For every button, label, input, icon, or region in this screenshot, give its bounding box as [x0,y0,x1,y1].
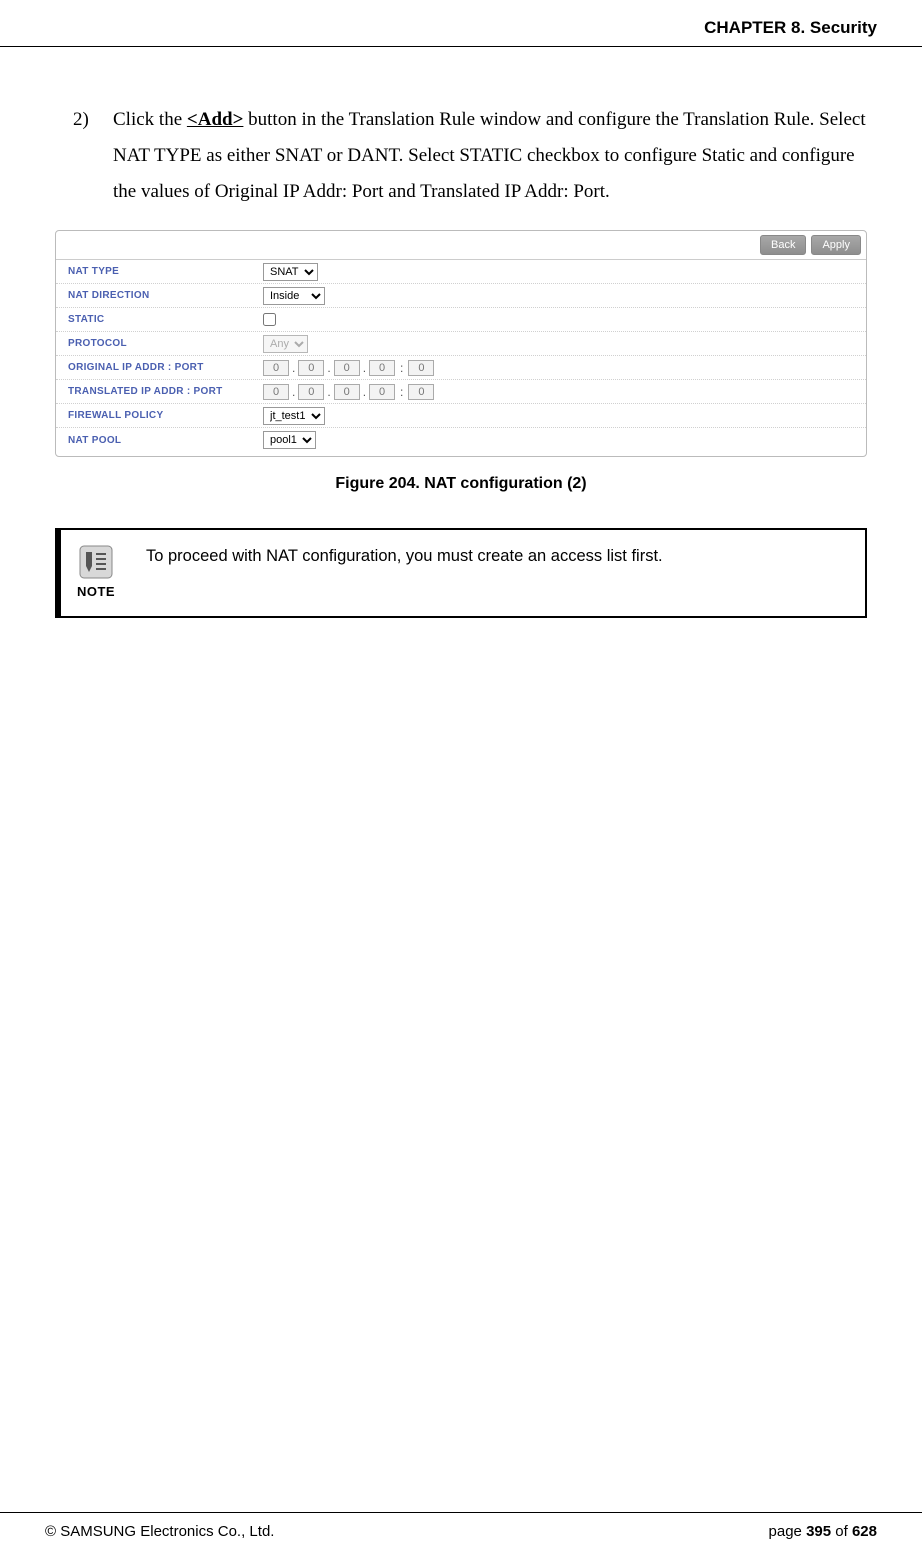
trans-octet-2[interactable] [298,384,324,400]
dot: . [291,361,296,375]
note-icon-column: NOTE [71,542,121,599]
protocol-select[interactable]: Any [263,335,308,353]
back-button[interactable]: Back [760,235,806,255]
dot: . [362,385,367,399]
row-nat-type: NAT TYPE SNAT [56,260,866,284]
figure-toolbar: Back Apply [56,231,866,260]
page-number: 395 [806,1523,831,1540]
step-text: Click the <Add> button in the Translatio… [113,102,877,210]
page-footer: © SAMSUNG Electronics Co., Ltd. page 395… [0,1512,922,1565]
apply-button[interactable]: Apply [811,235,861,255]
figure-caption: Figure 204. NAT configuration (2) [45,475,877,493]
colon: : [397,385,406,399]
firewall-policy-select[interactable]: jt_test1 [263,407,325,425]
dot: . [326,361,331,375]
row-nat-pool: NAT POOL pool1 [56,428,866,452]
page-total: 628 [852,1523,877,1540]
label-nat-type: NAT TYPE [68,266,263,277]
colon: : [397,361,406,375]
trans-octet-3[interactable] [334,384,360,400]
label-static: STATIC [68,314,263,325]
row-original-ip: ORIGINAL IP ADDR : PORT . . . : [56,356,866,380]
row-translated-ip: TRANSLATED IP ADDR : PORT . . . : [56,380,866,404]
page-header: CHAPTER 8. Security [0,0,922,47]
orig-octet-2[interactable] [298,360,324,376]
footer-copyright: © SAMSUNG Electronics Co., Ltd. [45,1523,274,1540]
note-box: NOTE To proceed with NAT configuration, … [55,528,867,618]
footer-page: page 395 of 628 [769,1523,877,1540]
row-static: STATIC [56,308,866,332]
trans-octet-4[interactable] [369,384,395,400]
nat-direction-select[interactable]: Inside [263,287,325,305]
label-original-ip: ORIGINAL IP ADDR : PORT [68,362,263,373]
page-of: of [831,1523,852,1540]
label-firewall-policy: FIREWALL POLICY [68,410,263,421]
dot: . [362,361,367,375]
figure-nat-config: Back Apply NAT TYPE SNAT NAT DIRECTION I… [55,230,867,457]
orig-port[interactable] [408,360,434,376]
nat-pool-select[interactable]: pool1 [263,431,316,449]
page-prefix: page [769,1523,807,1540]
nat-type-select[interactable]: SNAT [263,263,318,281]
dot: . [291,385,296,399]
static-checkbox[interactable] [263,313,276,326]
orig-octet-4[interactable] [369,360,395,376]
row-nat-direction: NAT DIRECTION Inside [56,284,866,308]
label-translated-ip: TRANSLATED IP ADDR : PORT [68,386,263,397]
step-number: 2) [73,102,95,138]
note-text: To proceed with NAT configuration, you m… [146,542,850,569]
dot: . [326,385,331,399]
trans-octet-1[interactable] [263,384,289,400]
step-item: 2) Click the <Add> button in the Transla… [45,102,877,210]
label-nat-pool: NAT POOL [68,435,263,446]
step-pre: Click the [113,109,187,130]
label-nat-direction: NAT DIRECTION [68,290,263,301]
orig-octet-3[interactable] [334,360,360,376]
content-area: 2) Click the <Add> button in the Transla… [0,47,922,618]
row-firewall-policy: FIREWALL POLICY jt_test1 [56,404,866,428]
label-protocol: PROTOCOL [68,338,263,349]
add-button-ref: <Add> [187,109,244,130]
chapter-title: CHAPTER 8. Security [704,18,877,38]
orig-octet-1[interactable] [263,360,289,376]
trans-port[interactable] [408,384,434,400]
note-label: NOTE [77,584,115,599]
row-protocol: PROTOCOL Any [56,332,866,356]
note-icon [76,542,116,582]
